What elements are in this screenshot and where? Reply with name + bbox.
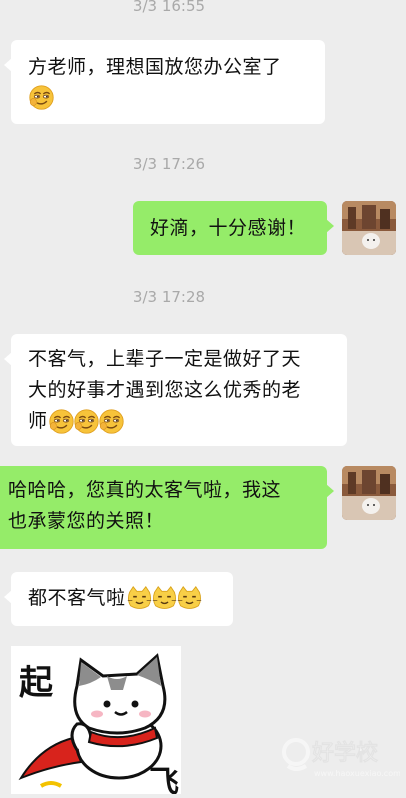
cat-face-emoji-icon	[126, 585, 153, 612]
message-text-line: 师	[28, 410, 48, 432]
message-bubble-outgoing[interactable]: 好滴，十分感谢！	[133, 201, 334, 255]
avatar[interactable]	[342, 201, 396, 255]
timestamp: 3/3 16:55	[132, 0, 206, 15]
watermark-url: www.haoxuexiao.com	[314, 769, 400, 778]
sly-face-emoji-icon	[73, 408, 100, 435]
message-text-line: 也承蒙您的关照！	[8, 510, 165, 532]
timestamp: 3/3 17:26	[132, 155, 206, 173]
message-text: 好滴，十分感谢！	[150, 217, 307, 239]
message-bubble-outgoing[interactable]: 哈哈哈，您真的太客气啦，我这 也承蒙您的关照！	[0, 466, 334, 549]
sticker-char-bottom: 飞	[149, 765, 179, 794]
message-text: 方老师，理想国放您办公室了	[28, 56, 282, 78]
message-text-line: 哈哈哈，您真的太客气啦，我这	[8, 479, 282, 501]
message-text: 都不客气啦	[28, 587, 126, 609]
message-bubble-incoming[interactable]: 方老师，理想国放您办公室了	[4, 40, 325, 124]
sly-face-emoji-icon	[98, 408, 125, 435]
sly-face-emoji-icon	[28, 84, 55, 111]
sly-face-emoji-icon	[48, 408, 75, 435]
cat-face-emoji-icon	[151, 585, 178, 612]
watermark-logo-icon	[282, 738, 310, 771]
message-bubble-incoming[interactable]: 不客气，上辈子一定是做好了天 大的好事才遇到您这么优秀的老 师	[4, 334, 347, 446]
message-text-line: 大的好事才遇到您这么优秀的老	[28, 379, 302, 401]
message-bubble-incoming[interactable]: 都不客气啦	[4, 572, 233, 626]
cat-face-emoji-icon	[176, 585, 203, 612]
cat-flying-sticker[interactable]: 起 飞	[11, 646, 181, 798]
watermark: 好学校 www.haoxuexiao.com	[282, 732, 401, 782]
avatar[interactable]	[342, 466, 396, 520]
sticker-char-top: 起	[19, 663, 54, 703]
watermark-brand: 好学校	[311, 740, 379, 766]
timestamp: 3/3 17:28	[132, 288, 206, 306]
message-text-line: 不客气，上辈子一定是做好了天	[28, 348, 302, 370]
